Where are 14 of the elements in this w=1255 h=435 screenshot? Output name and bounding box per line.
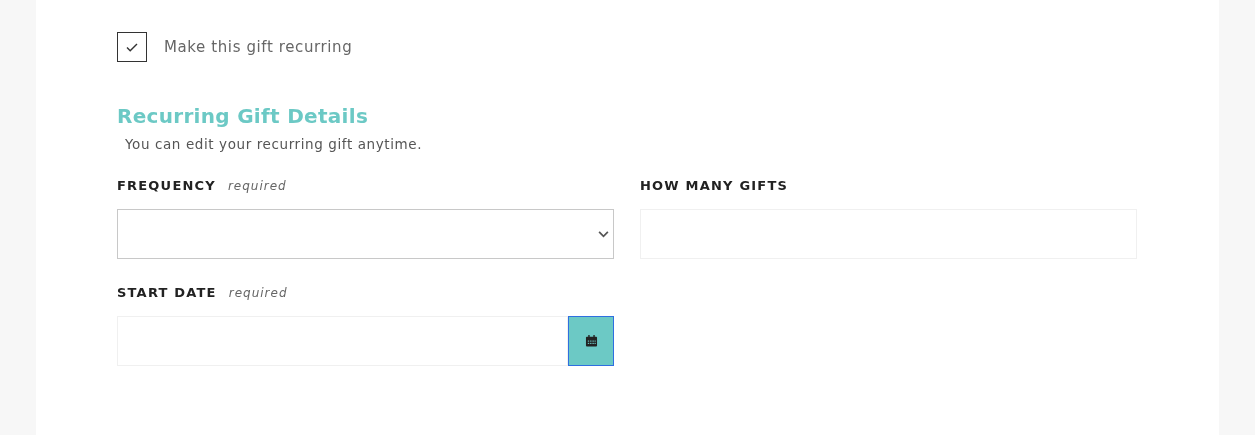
calendar-icon: [584, 335, 598, 347]
field-label: HOW MANY GIFTS: [640, 178, 789, 193]
required-hint: required: [227, 179, 287, 193]
recurring-checkbox[interactable]: [117, 32, 147, 62]
start-date-field[interactable]: [117, 316, 568, 366]
frequency-select[interactable]: [117, 209, 614, 259]
section-title: Recurring Gift Details: [117, 104, 370, 128]
calendar-button[interactable]: [568, 316, 614, 366]
field-label: FREQUENCY: [117, 178, 216, 193]
required-hint: required: [228, 286, 288, 300]
checkbox-label: Make this gift recurring: [164, 38, 353, 56]
section-subtitle: You can edit your recurring gift anytime.: [125, 136, 424, 152]
chevron-down-icon: [598, 230, 609, 238]
field-label: START DATE: [117, 285, 217, 300]
